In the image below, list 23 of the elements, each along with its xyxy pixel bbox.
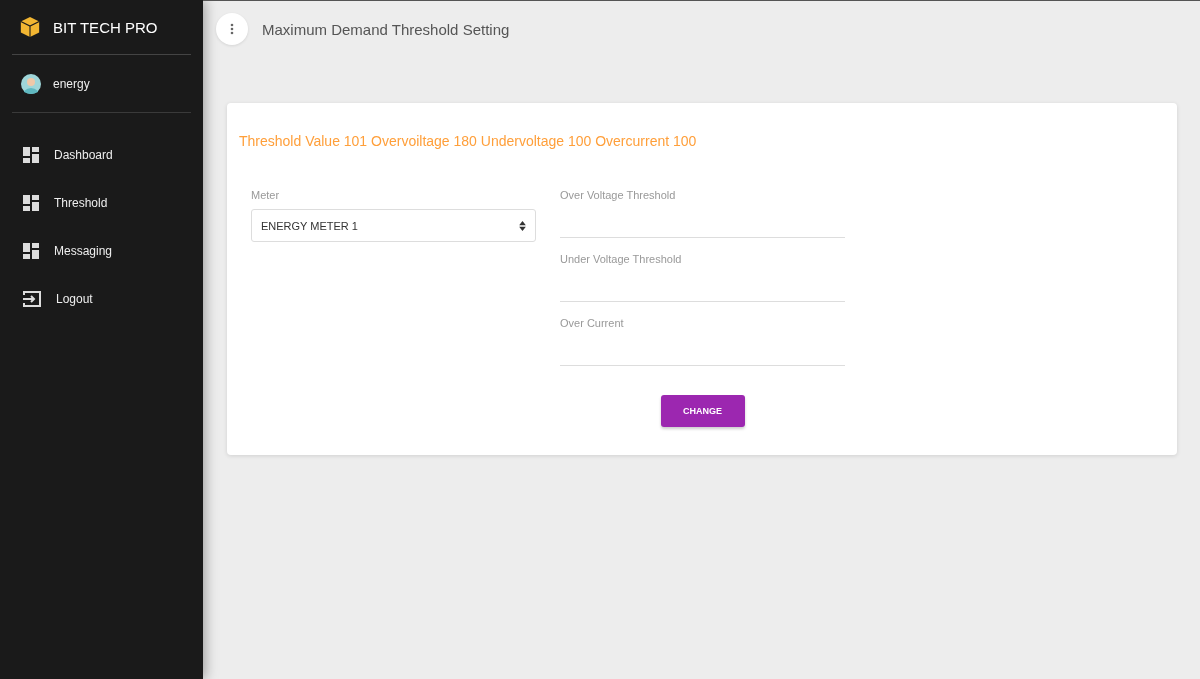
cube-logo-icon [19, 16, 41, 38]
nav-item[interactable]: Messaging [0, 227, 203, 275]
nav-item[interactable]: Dashboard [0, 131, 203, 179]
dashboard-grid-icon [23, 147, 39, 163]
sort-caret-icon [519, 220, 526, 231]
nav-item[interactable]: Logout [0, 275, 203, 323]
field-label: Under Voltage Threshold [560, 253, 683, 265]
dashboard-grid-icon [23, 243, 39, 259]
avatar-icon [21, 73, 41, 94]
meter-select[interactable]: ENERGY METER 1 [251, 209, 536, 242]
user-name: energy [53, 76, 90, 91]
dashboard-grid-icon [23, 195, 39, 211]
change-button[interactable]: CHANGE [660, 395, 745, 427]
threshold-summary: Threshold Value 101 Overvoiltage 180 Undervoltage 100 Overcurrent 100 [239, 133, 698, 149]
more-options-button[interactable] [216, 13, 248, 45]
nav-item[interactable]: Threshold [0, 179, 203, 227]
logout-icon [23, 291, 41, 307]
field-label: Meter [251, 189, 281, 201]
more-vertical-icon [230, 23, 234, 35]
page-title: Maximum Demand Threshold Setting [262, 20, 510, 38]
brand-name: BIT TECH PRO [53, 18, 158, 36]
field-label: Over Current [560, 317, 625, 329]
field-label: Over Voltage Threshold [560, 189, 677, 201]
